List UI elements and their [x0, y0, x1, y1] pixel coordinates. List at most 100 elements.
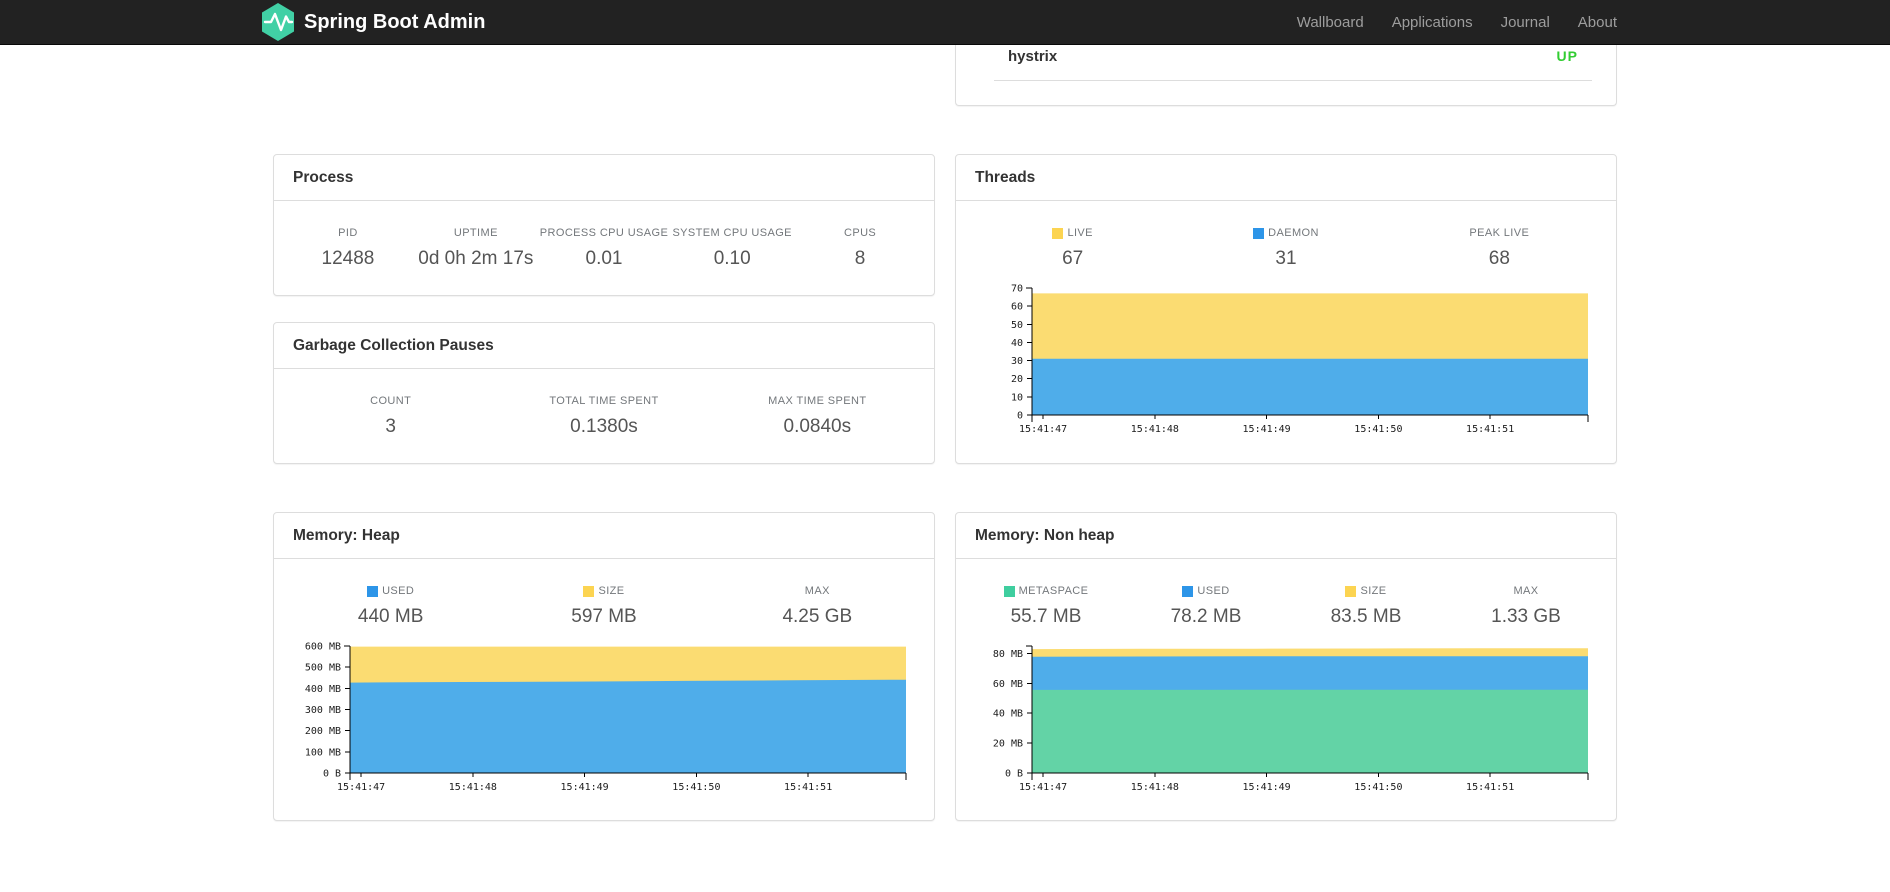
stat-label: MAX TIME SPENT — [768, 395, 867, 407]
stat-label: CPUS — [843, 227, 877, 239]
svg-text:15:41:48: 15:41:48 — [1131, 424, 1179, 435]
threads-stats: LIVE 67 DAEMON 31 PEAK LIVE 68 — [956, 201, 1616, 270]
right-column: hystrix UP Threads LIVE 67 DAEMON 31 PEAK LI… — [955, 45, 1617, 821]
svg-text:20 MB: 20 MB — [993, 739, 1023, 750]
svg-text:15:41:49: 15:41:49 — [1243, 782, 1291, 793]
stat-value: 78.2 MB — [1170, 606, 1242, 627]
stat-value: 31 — [1275, 248, 1297, 269]
svg-text:15:41:48: 15:41:48 — [1131, 782, 1179, 793]
svg-text:15:41:47: 15:41:47 — [1019, 782, 1067, 793]
stat-value: 440 MB — [357, 606, 424, 627]
svg-text:60: 60 — [1011, 302, 1023, 313]
stat-label: PID — [338, 227, 358, 239]
stat-value: 8 — [854, 248, 866, 269]
svg-text:200 MB: 200 MB — [305, 726, 341, 737]
stat: MAX 1.33 GB — [1446, 585, 1606, 628]
memory-nonheap-chart: 0 B 20 MB 40 MB 60 MB 80 MB 15:41:47 15:41:48 1… — [971, 640, 1601, 798]
nav-link-about[interactable]: About — [1550, 14, 1617, 31]
svg-text:15:41:50: 15:41:50 — [1354, 782, 1402, 793]
stat: USED 78.2 MB — [1126, 585, 1286, 628]
stat-value: 3 — [385, 416, 396, 437]
threads-panel: Threads LIVE 67 DAEMON 31 PEAK LIVE 68 0 10 20 3… — [955, 154, 1617, 464]
stat-label: TOTAL TIME SPENT — [549, 395, 659, 407]
stat: DAEMON 31 — [1179, 227, 1392, 270]
svg-text:15:41:47: 15:41:47 — [1019, 424, 1067, 435]
memory-heap-panel: Memory: Heap USED 440 MB SIZE 597 MB MAX 4.25… — [273, 512, 935, 821]
svg-text:15:41:51: 15:41:51 — [1466, 424, 1514, 435]
svg-text:600 MB: 600 MB — [305, 642, 341, 653]
legend-swatch — [583, 585, 595, 597]
stat-value: 0.10 — [713, 248, 751, 269]
stat: TOTAL TIME SPENT 0.1380s — [497, 395, 710, 438]
svg-text:15:41:51: 15:41:51 — [1466, 782, 1514, 793]
stat-label: USED — [284, 585, 497, 597]
svg-text:70: 70 — [1011, 284, 1023, 295]
svg-text:40 MB: 40 MB — [993, 709, 1023, 720]
svg-text:0: 0 — [1017, 411, 1023, 422]
stat-label: SYSTEM CPU USAGE — [672, 227, 792, 239]
nav-link-wallboard[interactable]: Wallboard — [1269, 14, 1364, 31]
memory-heap-chart: 0 B 100 MB 200 MB 300 MB 400 MB 500 MB 600 MB 1… — [289, 640, 919, 798]
navbar-links: Wallboard Applications Journal About — [1269, 14, 1617, 31]
nav-link-applications[interactable]: Applications — [1364, 14, 1473, 31]
stat-label: MAX — [804, 585, 830, 597]
svg-text:100 MB: 100 MB — [305, 747, 341, 758]
threads-chart: 0 10 20 30 40 50 60 70 15:41:47 15:41:48 15:41:49 1… — [971, 282, 1601, 440]
left-column: Process PID 12488 UPTIME 0d 0h 2m 17s PROCES… — [273, 45, 935, 821]
stat-value: 55.7 MB — [1010, 606, 1082, 627]
svg-text:500 MB: 500 MB — [305, 663, 341, 674]
stat-value: 67 — [1062, 248, 1084, 269]
memory-nonheap-panel-title: Memory: Non heap — [956, 513, 1616, 559]
legend-swatch — [1345, 585, 1357, 597]
stat: SIZE 597 MB — [497, 585, 710, 628]
gc-panel-title: Garbage Collection Pauses — [274, 323, 934, 369]
application-name-link[interactable]: hystrix — [1008, 48, 1057, 65]
stat: MAX TIME SPENT 0.0840s — [711, 395, 924, 438]
process-stats: PID 12488 UPTIME 0d 0h 2m 17s PROCESS CPU US… — [274, 201, 934, 270]
process-panel: Process PID 12488 UPTIME 0d 0h 2m 17s PROCES… — [273, 154, 935, 296]
svg-text:30: 30 — [1011, 356, 1023, 367]
spring-boot-admin-logo-icon — [262, 3, 294, 41]
application-row: hystrix UP — [994, 45, 1592, 81]
memory-nonheap-stats: METASPACE 55.7 MB USED 78.2 MB SIZE 83.5 MB MA… — [956, 559, 1616, 628]
gc-stats: COUNT 3 TOTAL TIME SPENT 0.1380s MAX TIME SP… — [274, 369, 934, 438]
stat-label: USED — [1126, 585, 1286, 597]
svg-text:50: 50 — [1011, 320, 1023, 331]
stat: PID 12488 — [284, 227, 412, 270]
stat-label: DAEMON — [1179, 227, 1392, 239]
svg-text:15:41:49: 15:41:49 — [561, 782, 609, 793]
threads-panel-title: Threads — [956, 155, 1616, 201]
stat-value: 0.0840s — [783, 416, 852, 437]
stat-label: UPTIME — [453, 227, 498, 239]
stat-label: LIVE — [966, 227, 1179, 239]
legend-swatch — [1182, 585, 1194, 597]
nav-link-journal[interactable]: Journal — [1473, 14, 1550, 31]
stat-value: 83.5 MB — [1330, 606, 1402, 627]
stat: UPTIME 0d 0h 2m 17s — [412, 227, 540, 270]
stat: SYSTEM CPU USAGE 0.10 — [668, 227, 796, 270]
stat-label: SIZE — [1286, 585, 1446, 597]
gc-panel: Garbage Collection Pauses COUNT 3 TOTAL TI… — [273, 322, 935, 464]
memory-heap-stats: USED 440 MB SIZE 597 MB MAX 4.25 GB — [274, 559, 934, 628]
stat-value: 0.01 — [585, 248, 623, 269]
svg-text:80 MB: 80 MB — [993, 649, 1023, 660]
stat: LIVE 67 — [966, 227, 1179, 270]
navbar: Spring Boot Admin Wallboard Applications J… — [0, 0, 1890, 45]
stat-value: 68 — [1488, 248, 1510, 269]
svg-text:300 MB: 300 MB — [305, 705, 341, 716]
stat-value: 12488 — [321, 248, 375, 269]
main-content: Process PID 12488 UPTIME 0d 0h 2m 17s PROCES… — [273, 45, 1617, 821]
process-panel-title: Process — [274, 155, 934, 201]
legend-swatch — [1003, 585, 1015, 597]
stat-value: 1.33 GB — [1491, 606, 1561, 627]
stat: MAX 4.25 GB — [711, 585, 924, 628]
svg-text:400 MB: 400 MB — [305, 684, 341, 695]
svg-text:40: 40 — [1011, 338, 1023, 349]
brand-title: Spring Boot Admin — [304, 10, 486, 33]
legend-swatch — [1253, 227, 1265, 239]
memory-heap-panel-title: Memory: Heap — [274, 513, 934, 559]
brand-link[interactable]: Spring Boot Admin — [261, 3, 485, 41]
stat: CPUS 8 — [796, 227, 924, 270]
stat: COUNT 3 — [284, 395, 497, 438]
status-badge: UP — [1556, 48, 1578, 64]
